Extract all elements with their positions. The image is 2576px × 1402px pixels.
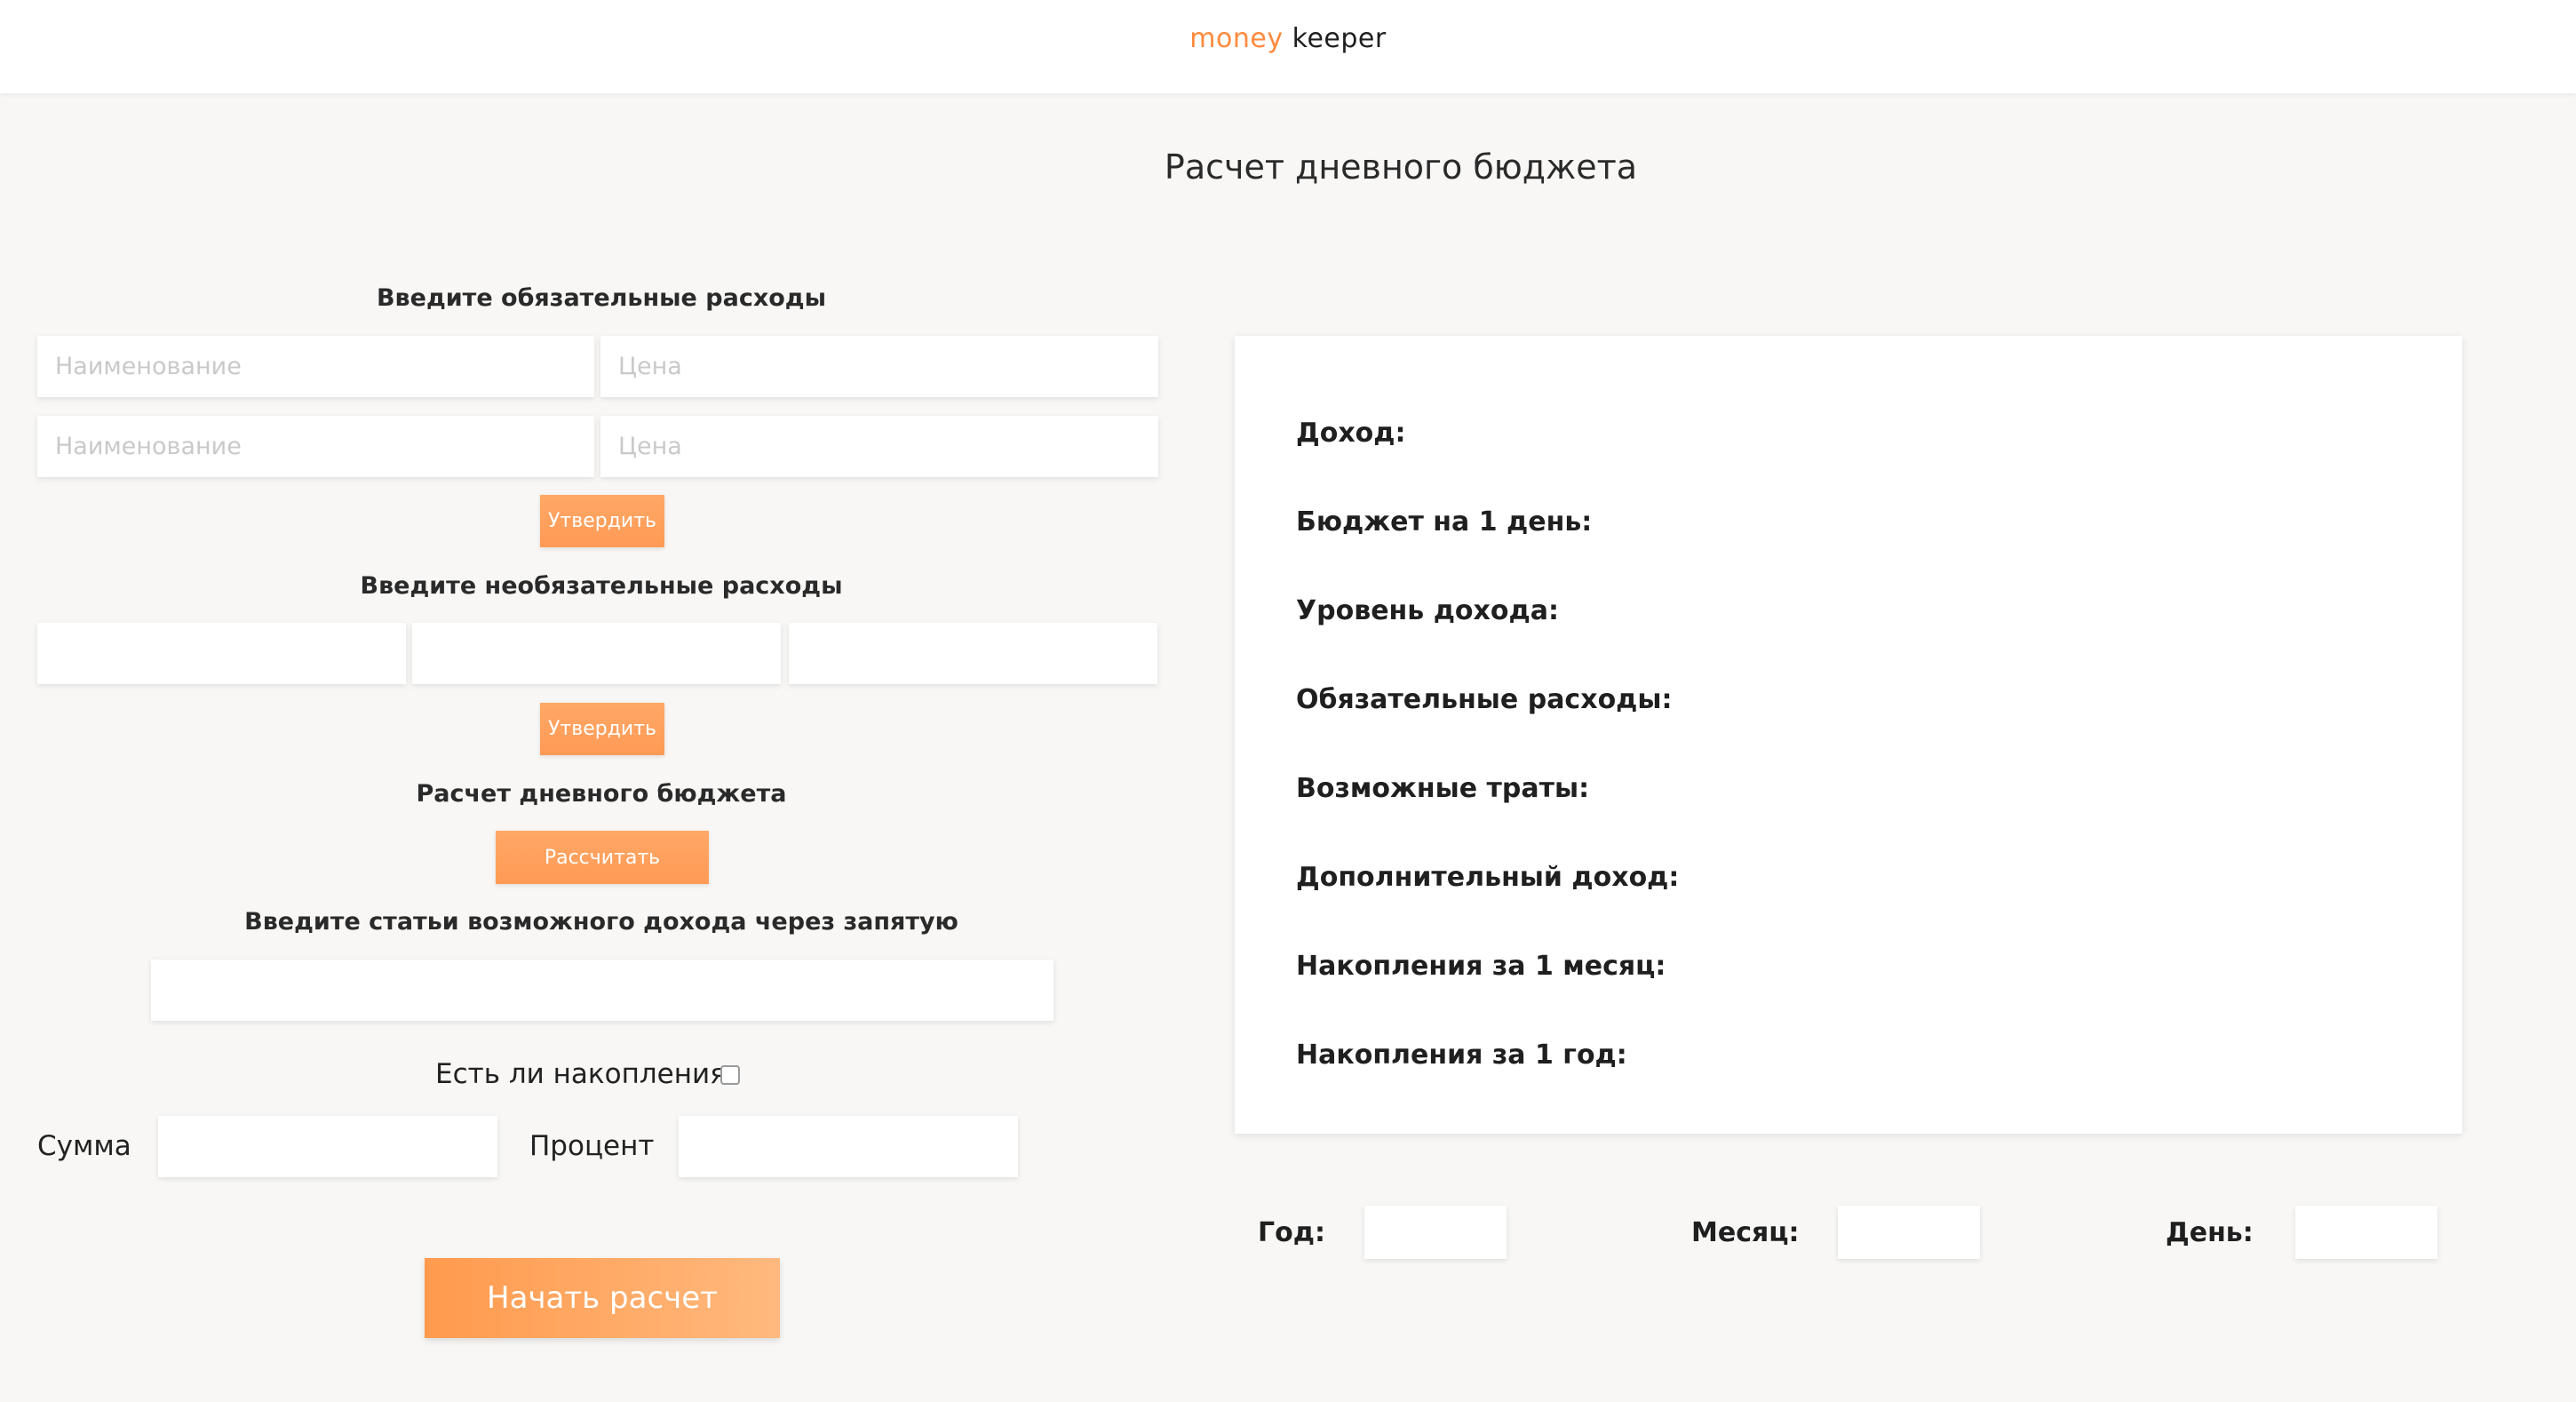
results-card xyxy=(1235,336,2462,1134)
sum-input[interactable] xyxy=(158,1116,497,1177)
mandatory-name-input-2[interactable] xyxy=(37,416,594,477)
optional-confirm-button[interactable]: Утвердить xyxy=(540,703,664,755)
month-label: Месяц: xyxy=(1691,1217,1800,1248)
percent-label: Процент xyxy=(529,1130,655,1162)
result-savings-month-label: Накопления за 1 месяц: xyxy=(1296,951,1666,982)
result-income-level-label: Уровень дохода: xyxy=(1296,595,1559,626)
result-daily-budget-label: Бюджет на 1 день: xyxy=(1296,506,1593,538)
income-items-input[interactable] xyxy=(151,960,1053,1021)
optional-input-3[interactable] xyxy=(789,623,1157,684)
page-title: Расчет дневного бюджета xyxy=(1164,147,1638,187)
income-items-label: Введите статьи возможного дохода через з… xyxy=(244,908,958,936)
start-calculation-button[interactable]: Начать расчет xyxy=(425,1258,780,1338)
year-input[interactable] xyxy=(1364,1206,1507,1259)
result-extra-income-label: Дополнительный доход: xyxy=(1296,862,1680,893)
percent-input[interactable] xyxy=(679,1116,1018,1177)
logo-money: money xyxy=(1189,23,1284,54)
optional-input-1[interactable] xyxy=(37,623,406,684)
sum-label: Сумма xyxy=(37,1130,131,1162)
result-savings-year-label: Накопления за 1 год: xyxy=(1296,1040,1627,1071)
savings-checkbox[interactable] xyxy=(720,1065,740,1085)
optional-input-2[interactable] xyxy=(412,623,781,684)
app-logo[interactable]: money keeper xyxy=(0,23,2576,54)
logo-keeper: keeper xyxy=(1292,23,1387,54)
day-label: День: xyxy=(2166,1217,2254,1248)
mandatory-confirm-button[interactable]: Утвердить xyxy=(540,495,664,547)
daily-budget-label: Расчет дневного бюджета xyxy=(416,780,787,808)
mandatory-expenses-label: Введите обязательные расходы xyxy=(376,284,827,312)
savings-question-label: Есть ли накопления: xyxy=(435,1058,736,1090)
month-input[interactable] xyxy=(1838,1206,1980,1259)
result-mandatory-expenses-label: Обязательные расходы: xyxy=(1296,684,1673,715)
result-possible-spending-label: Возможные траты: xyxy=(1296,773,1590,804)
mandatory-price-input-2[interactable] xyxy=(600,416,1158,477)
mandatory-name-input-1[interactable] xyxy=(37,336,594,397)
year-label: Год: xyxy=(1258,1217,1325,1248)
result-income-label: Доход: xyxy=(1296,418,1406,449)
calculate-button[interactable]: Рассчитать xyxy=(496,831,709,884)
optional-expenses-label: Введите необязательные расходы xyxy=(360,572,843,600)
mandatory-price-input-1[interactable] xyxy=(600,336,1158,397)
day-input[interactable] xyxy=(2295,1206,2437,1259)
